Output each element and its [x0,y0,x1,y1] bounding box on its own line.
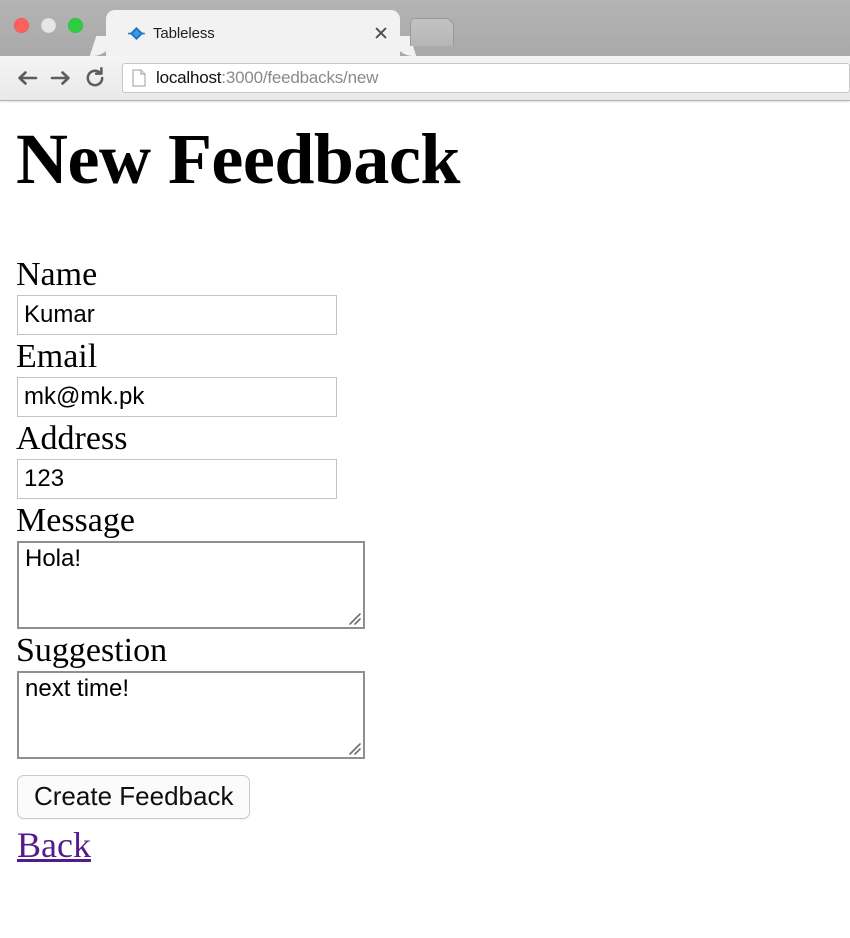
field-label-name: Name [16,256,98,293]
field-label-suggestion: Suggestion [16,632,168,670]
email-input[interactable] [17,377,337,418]
field-suggestion: Suggestion [16,632,834,760]
blue-diamond-icon [128,25,145,42]
back-link[interactable]: Back [17,827,91,865]
reload-icon[interactable] [80,63,110,93]
field-name: Name [16,256,834,336]
create-feedback-button[interactable]: Create Feedback [17,775,251,820]
page-title: New Feedback [16,119,460,199]
page-content: New Feedback Name Email Address Message [0,101,850,865]
back-link-row: Back [16,819,834,865]
page-viewport: New Feedback Name Email Address Message [0,101,850,938]
tab-strip: Tableless [0,0,850,56]
address-bar-url: localhost:3000/feedbacks/new [156,68,378,88]
browser-window: Tableless localhost:3000/feedbacks/new N… [0,0,850,938]
name-input[interactable] [17,295,337,336]
message-textarea-wrapper [17,541,365,630]
address-input[interactable] [17,459,337,500]
window-controls [14,18,83,33]
address-bar[interactable]: localhost:3000/feedbacks/new [122,63,850,93]
message-textarea[interactable] [19,543,363,628]
close-icon[interactable] [372,24,390,42]
tab-title: Tableless [153,24,215,42]
document-icon [131,69,147,87]
field-address: Address [16,420,834,500]
suggestion-textarea-wrapper [17,671,365,760]
field-label-message: Message [16,502,135,540]
address-bar-host: localhost [156,68,222,87]
new-tab-button[interactable] [410,18,454,46]
window-maximize-button[interactable] [68,18,83,33]
address-bar-path: :3000/feedbacks/new [221,68,379,87]
browser-toolbar: localhost:3000/feedbacks/new [0,56,850,101]
field-label-email: Email [16,338,98,376]
arrow-right-icon[interactable] [46,63,76,93]
field-email: Email [16,338,834,418]
window-minimize-button[interactable] [41,18,56,33]
field-label-address: Address [16,420,128,458]
suggestion-textarea[interactable] [19,673,363,758]
new-feedback-form: Name Email Address Message [16,256,834,865]
window-close-button[interactable] [14,18,29,33]
field-message: Message [16,502,834,630]
browser-tab[interactable]: Tableless [106,10,400,56]
arrow-left-icon[interactable] [12,63,42,93]
